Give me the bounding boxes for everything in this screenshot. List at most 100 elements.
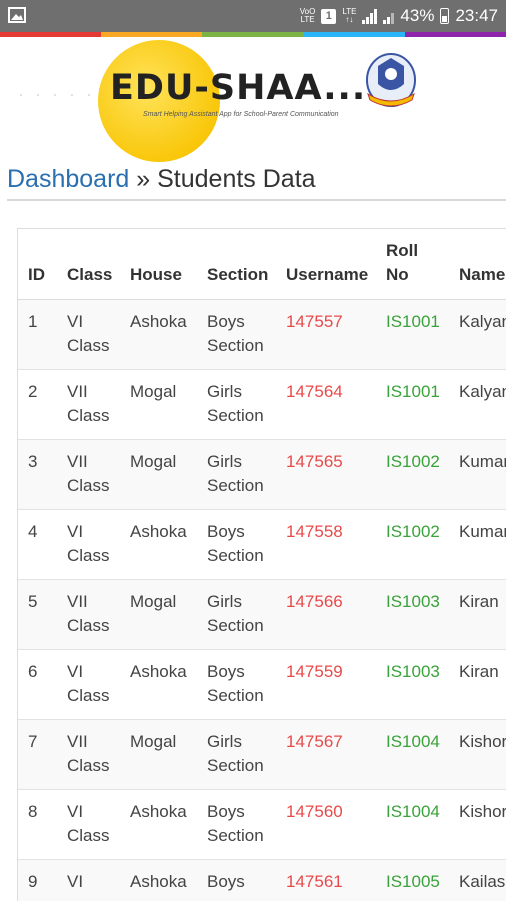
cell-id: 2: [28, 382, 38, 401]
cell-username: 147566: [286, 592, 343, 611]
cell-section1: Boys: [207, 522, 245, 541]
cell-class2: Class: [67, 826, 110, 845]
cell-section1: Boys: [207, 312, 245, 331]
cell-name: Kiran: [459, 592, 499, 611]
sim-label: 1: [325, 10, 332, 22]
battery-percent: 43%: [400, 6, 435, 25]
cell-username: 147561: [286, 872, 343, 891]
cell-section2: Section: [207, 826, 264, 845]
cell-class1: VI: [67, 802, 84, 821]
cell-roll: IS1004: [386, 802, 440, 821]
table-row[interactable]: 5 VII Class Mogal Girls Section 147566 IS1003 Ki…: [18, 580, 506, 650]
cell-class2: Class: [67, 756, 110, 775]
cell-class2: Class: [67, 476, 110, 495]
logo-tagline: Smart Helping Assistant App for School-P…: [143, 111, 339, 118]
breadcrumb: Dashboard » Students Data: [7, 165, 316, 194]
table-row[interactable]: 6 VI Class Ashoka Boys Section 147559 IS1003 Kir…: [18, 650, 506, 720]
cell-house: Mogal: [130, 382, 177, 401]
cell-roll: IS1002: [386, 452, 440, 471]
cell-class2: Class: [67, 546, 110, 565]
cell-roll: IS1003: [386, 662, 440, 681]
header-section[interactable]: Section: [207, 263, 268, 287]
cell-house: Ashoka: [130, 522, 187, 541]
table-row[interactable]: 1 VI Class Ashoka Boys Section 147557 IS1001 Kal…: [18, 300, 506, 370]
header-id[interactable]: ID: [28, 263, 45, 287]
cell-section2: Section: [207, 336, 264, 355]
cell-name: Kishor: [459, 802, 506, 821]
header-name[interactable]: Name: [459, 263, 505, 287]
table-row[interactable]: 2 VII Class Mogal Girls Section 147564 IS1001 Ka…: [18, 370, 506, 440]
cell-id: 8: [28, 802, 38, 821]
header-roll-line2[interactable]: No: [386, 263, 409, 287]
cell-section1: Boys: [207, 872, 245, 891]
cell-name: Kishor: [459, 732, 506, 751]
cell-section2: Section: [207, 686, 264, 705]
cell-name: Kalyan: [459, 312, 506, 331]
cell-roll: IS1005: [386, 872, 440, 891]
table-header-row: ID Class House Section Username Roll No …: [18, 229, 506, 301]
cell-section2: Section: [207, 546, 264, 565]
battery-icon: [440, 8, 450, 24]
table-row[interactable]: 4 VI Class Ashoka Boys Section 147558 IS1002 Kum…: [18, 510, 506, 580]
cell-section1: Girls: [207, 732, 242, 751]
signal-icon: [362, 8, 378, 24]
cell-class1: VII: [67, 732, 88, 751]
cell-name: Kailas: [459, 872, 506, 891]
clock: 23:47: [455, 6, 498, 25]
cell-roll: IS1004: [386, 732, 440, 751]
cell-class2: Class: [67, 406, 110, 425]
color-strip: [0, 32, 506, 37]
gallery-notification-icon: [8, 7, 26, 28]
cell-class2: Class: [67, 616, 110, 635]
cell-class2: Class: [67, 686, 110, 705]
header-roll-line1[interactable]: Roll: [386, 239, 418, 263]
cell-name: Kumar: [459, 522, 506, 541]
cell-id: 6: [28, 662, 38, 681]
table-row[interactable]: 7 VII Class Mogal Girls Section 147567 IS1004 Ki…: [18, 720, 506, 790]
breadcrumb-separator: »: [136, 165, 151, 193]
cell-name: Kalyan: [459, 382, 506, 401]
cell-house: Mogal: [130, 452, 177, 471]
students-table[interactable]: ID Class House Section Username Roll No …: [17, 228, 506, 901]
cell-class1: VII: [67, 452, 88, 471]
table-row[interactable]: 9 VI Ashoka Boys 147561 IS1005 Kailas: [18, 860, 506, 901]
cell-section2: Section: [207, 616, 264, 635]
table-row[interactable]: 8 VI Class Ashoka Boys Section 147560 IS1004 Kis…: [18, 790, 506, 860]
header-username[interactable]: Username: [286, 263, 368, 287]
cell-class1: VI: [67, 872, 84, 891]
cell-class1: VII: [67, 382, 88, 401]
breadcrumb-dashboard-link[interactable]: Dashboard: [7, 165, 129, 193]
cell-username: 147564: [286, 382, 343, 401]
header-house[interactable]: House: [130, 263, 182, 287]
signal-icon-2: [383, 8, 395, 24]
volte-label-bottom: LTE: [300, 15, 315, 24]
cell-roll: IS1001: [386, 382, 440, 401]
breadcrumb-current: Students Data: [157, 165, 316, 193]
sim-icon: 1: [321, 8, 337, 24]
cell-name: Kiran: [459, 662, 499, 681]
cell-username: 147559: [286, 662, 343, 681]
lte-icon: LTE ↑↓: [342, 7, 357, 24]
cell-username: 147557: [286, 312, 343, 331]
cell-username: 147560: [286, 802, 343, 821]
cell-username: 147567: [286, 732, 343, 751]
menu-dots-icon[interactable]: · · · · ·: [18, 84, 95, 105]
cell-username: 147565: [286, 452, 343, 471]
cell-section1: Girls: [207, 452, 242, 471]
cell-class1: VII: [67, 592, 88, 611]
cell-id: 7: [28, 732, 38, 751]
cell-class2: Class: [67, 336, 110, 355]
cell-section2: Section: [207, 476, 264, 495]
cell-section2: Section: [207, 406, 264, 425]
header-class[interactable]: Class: [67, 263, 112, 287]
cell-house: Mogal: [130, 592, 177, 611]
cell-section1: Girls: [207, 382, 242, 401]
table-row[interactable]: 3 VII Class Mogal Girls Section 147565 IS1002 Ku…: [18, 440, 506, 510]
cell-house: Ashoka: [130, 872, 187, 891]
cell-id: 3: [28, 452, 38, 471]
cell-id: 1: [28, 312, 38, 331]
cell-roll: IS1001: [386, 312, 440, 331]
cell-class1: VI: [67, 312, 84, 331]
status-bar: VoO LTE 1 LTE ↑↓ 43% 23:47: [0, 0, 506, 32]
volte-icon: VoO LTE: [300, 8, 316, 24]
